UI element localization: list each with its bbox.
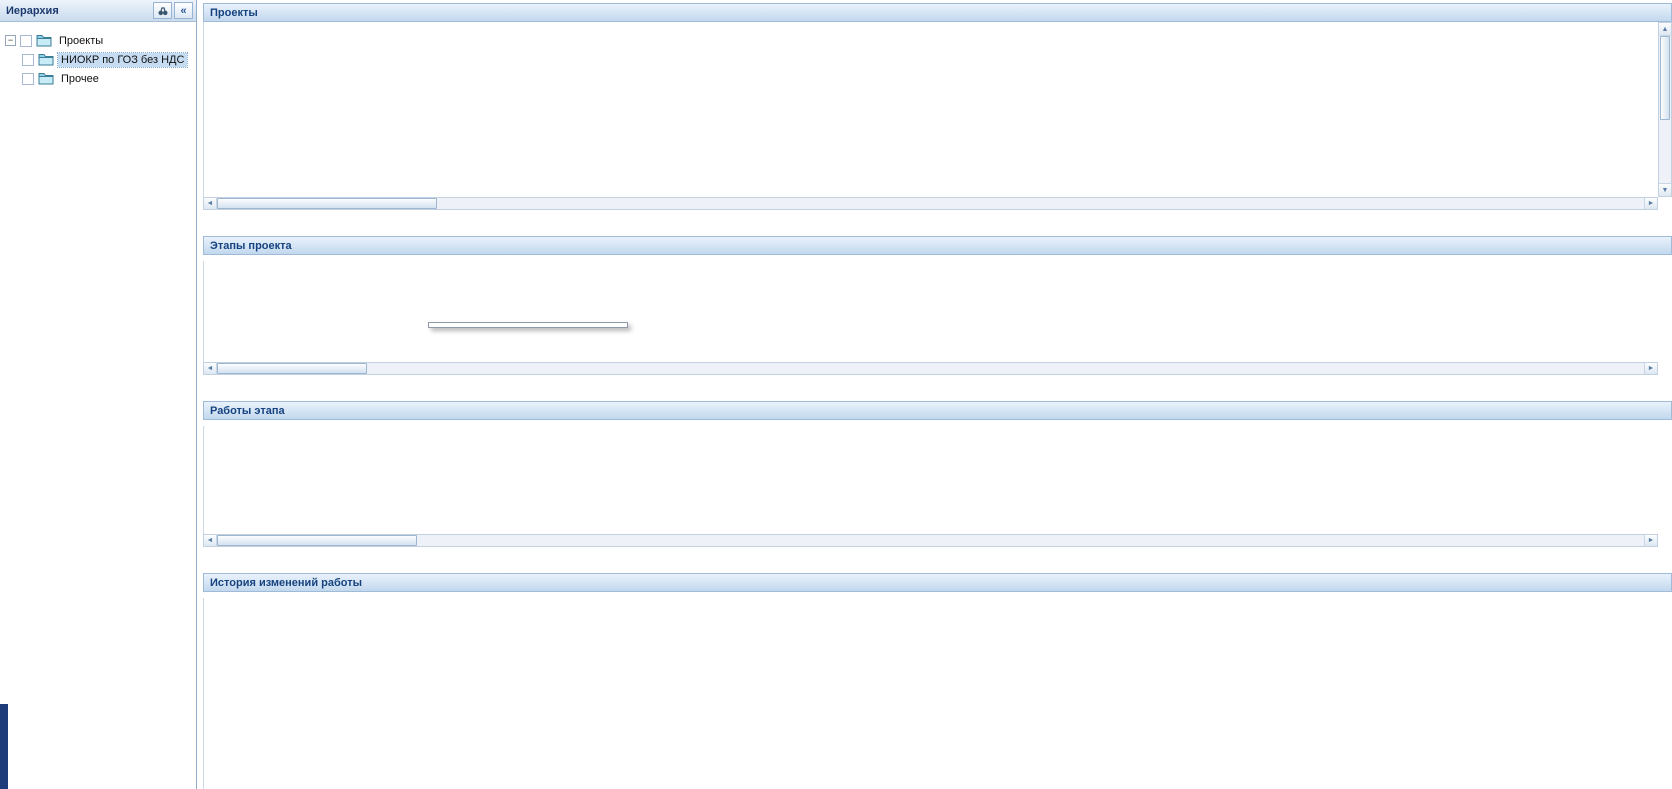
work-history-table [204, 598, 1659, 789]
tree-checkbox[interactable] [22, 54, 34, 66]
scroll-thumb[interactable] [217, 198, 437, 209]
projects-vertical-scrollbar[interactable]: ▲ ▼ [1658, 22, 1672, 197]
tree-item-label: Прочее [58, 72, 102, 86]
scroll-left-icon[interactable]: ◄ [204, 363, 217, 374]
folder-icon [36, 34, 52, 47]
scroll-left-icon[interactable]: ◄ [204, 198, 217, 209]
hierarchy-sidebar: Иерархия « − Проекты НИОКР по ГОЗ без НДС П… [0, 0, 197, 789]
hierarchy-tree: − Проекты НИОКР по ГОЗ без НДС Прочее [0, 22, 196, 88]
scroll-left-icon[interactable]: ◄ [204, 535, 217, 546]
binoculars-icon[interactable] [153, 2, 172, 19]
projects-table [204, 22, 1659, 197]
scroll-thumb[interactable] [1660, 36, 1670, 120]
scroll-thumb[interactable] [217, 363, 367, 374]
project-detail-tabs [200, 210, 1672, 236]
tree-item-other[interactable]: Прочее [5, 69, 193, 88]
projects-panel: Проекты ▲ ▼ ◄ ► [203, 3, 1672, 210]
stages-grid-wrap [203, 261, 1672, 362]
works-panel: Работы этапа ◄ ► [203, 401, 1672, 547]
folder-icon [38, 53, 54, 66]
scroll-thumb[interactable] [217, 535, 417, 546]
work-detail-tabs [200, 547, 1672, 573]
scroll-right-icon[interactable]: ► [1644, 198, 1657, 209]
scroll-down-icon[interactable]: ▼ [1659, 183, 1671, 196]
scroll-up-icon[interactable]: ▲ [1659, 23, 1671, 36]
tree-item-label: Проекты [56, 34, 106, 48]
stages-table [204, 261, 1659, 362]
sidebar-title: Иерархия [6, 5, 151, 17]
works-panel-title: Работы этапа [203, 401, 1672, 420]
tree-item-niokr-goz[interactable]: НИОКР по ГОЗ без НДС [5, 50, 193, 69]
collapse-icon[interactable]: « [174, 2, 193, 19]
tree-item-projects-root[interactable]: − Проекты [5, 31, 193, 50]
work-history-panel-title: История изменений работы [203, 573, 1672, 592]
works-table [204, 426, 1659, 534]
work-history-grid-wrap [203, 598, 1672, 789]
tree-expander-icon[interactable]: − [5, 35, 16, 46]
projects-grid-wrap: ▲ ▼ [203, 22, 1672, 197]
tree-checkbox[interactable] [20, 35, 32, 47]
stages-horizontal-scrollbar[interactable]: ◄ ► [203, 362, 1658, 375]
works-grid-wrap [203, 426, 1672, 534]
sidebar-header: Иерархия « [0, 0, 196, 22]
scroll-right-icon[interactable]: ► [1644, 363, 1657, 374]
work-history-panel: История изменений работы [203, 573, 1672, 789]
application-window: Иерархия « − Проекты НИОКР по ГОЗ без НДС П… [0, 0, 1672, 789]
works-horizontal-scrollbar[interactable]: ◄ ► [203, 534, 1658, 547]
projects-panel-title: Проекты [203, 3, 1672, 22]
folder-icon [38, 72, 54, 85]
tree-item-label: НИОКР по ГОЗ без НДС [58, 53, 187, 67]
main-area: Проекты ▲ ▼ ◄ ► Этапы проекта [200, 0, 1672, 789]
stage-detail-tabs [200, 375, 1672, 401]
stages-panel-title: Этапы проекта [203, 236, 1672, 255]
scroll-right-icon[interactable]: ► [1644, 535, 1657, 546]
stages-panel: Этапы проекта ◄ ► [203, 236, 1672, 375]
tree-checkbox[interactable] [22, 73, 34, 85]
projects-horizontal-scrollbar[interactable]: ◄ ► [203, 197, 1658, 210]
context-menu [428, 322, 628, 328]
corner-strip [0, 704, 8, 789]
